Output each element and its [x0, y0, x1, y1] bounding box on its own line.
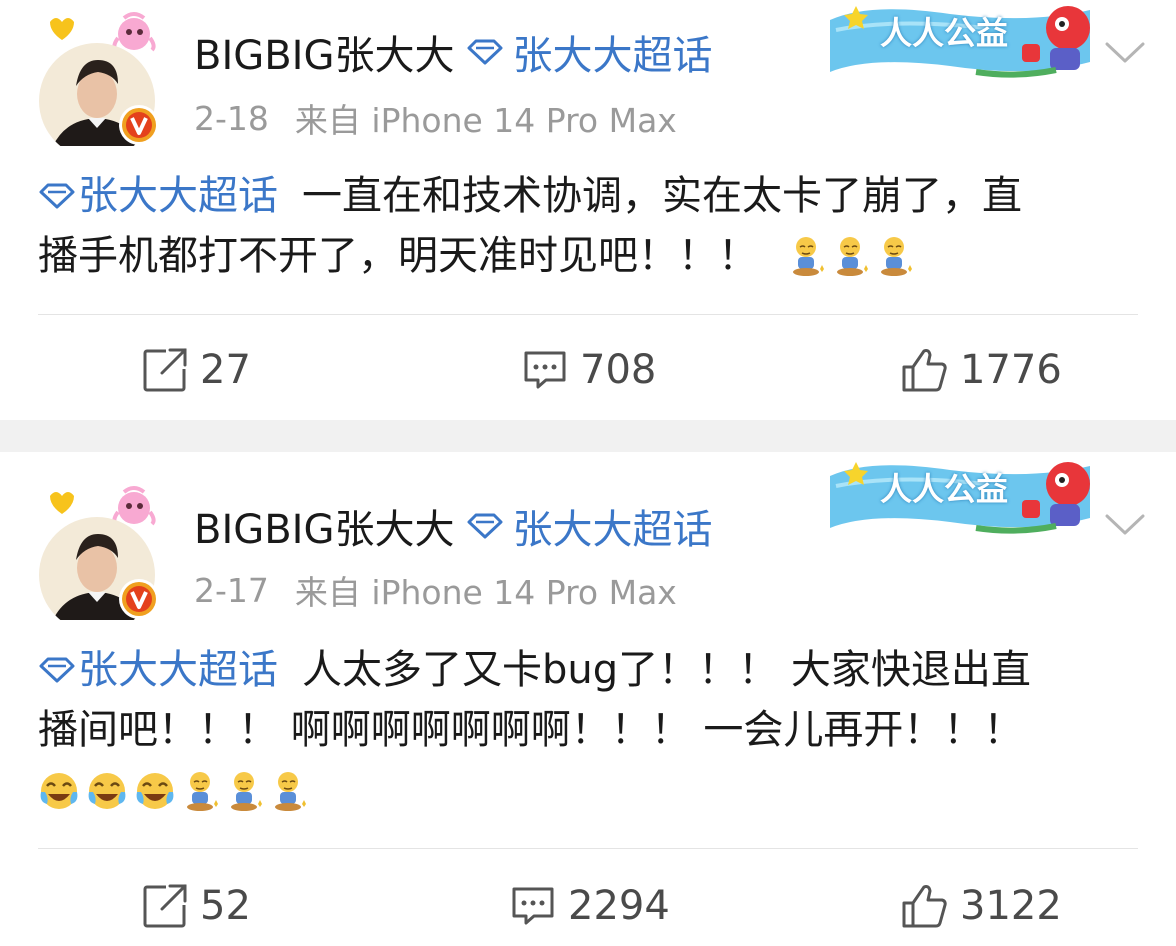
post-meta: 2-17 来自 iPhone 14 Pro Max — [194, 568, 677, 613]
comment-icon — [510, 885, 556, 927]
divider — [38, 314, 1138, 315]
post-meta: 2-18 来自 iPhone 14 Pro Max — [194, 96, 677, 141]
thumbs-up-icon — [900, 883, 948, 929]
repost-icon — [142, 883, 188, 929]
action-bar: 52 2294 3122 — [0, 876, 1176, 936]
supertopic-gem-icon — [466, 38, 504, 66]
post-source: 来自 iPhone 14 Pro Max — [294, 101, 677, 140]
like-button[interactable]: 1776 — [900, 340, 1062, 400]
kneel-emoji-icon — [832, 235, 870, 277]
like-button[interactable]: 3122 — [900, 876, 1062, 936]
laugh-cry-emoji-icon — [38, 770, 80, 812]
post-source: 来自 iPhone 14 Pro Max — [294, 573, 677, 612]
post-content: 张大大超话 一直在和技术协调，实在太卡了崩了，直 播手机都打不开了，明天准时见吧… — [38, 166, 1148, 286]
post-date: 2-17 — [194, 570, 269, 610]
post-separator — [0, 420, 1176, 452]
post-text: 人太多了又卡bug了！！！ 大家快退出直 — [302, 647, 1031, 693]
content-topic-link[interactable]: 张大大超话 — [38, 640, 278, 700]
chevron-down-icon[interactable] — [1104, 512, 1146, 538]
kneel-emoji-icon — [226, 770, 264, 812]
post-date: 2-18 — [194, 98, 269, 138]
laugh-cry-emoji-icon — [134, 770, 176, 812]
comment-button[interactable]: 2294 — [510, 876, 670, 936]
supertopic-gem-icon — [466, 512, 504, 540]
author-name[interactable]: BIGBIG张大大 — [194, 23, 454, 81]
post-text: 播间吧！！！ 啊啊啊啊啊啊啊！！！ 一会儿再开！！！ — [38, 707, 1024, 753]
comment-count: 708 — [580, 347, 657, 393]
supertopic-gem-icon — [38, 182, 76, 210]
supertopic-gem-icon — [38, 656, 76, 684]
like-count: 1776 — [960, 347, 1062, 393]
chevron-down-icon[interactable] — [1104, 40, 1146, 66]
topic-link-label: 张大大超话 — [512, 507, 713, 553]
post-text: 一直在和技术协调，实在太卡了崩了，直 — [302, 173, 1022, 219]
kneel-emoji-icon — [876, 235, 914, 277]
kneel-emoji-icon — [270, 770, 308, 812]
topic-link[interactable]: 张大大超话 — [466, 23, 712, 81]
content-topic-label: 张大大超话 — [78, 647, 278, 693]
verified-badge-icon — [118, 578, 160, 620]
repost-button[interactable]: 52 — [142, 876, 251, 936]
divider — [38, 848, 1138, 849]
content-topic-link[interactable]: 张大大超话 — [38, 166, 278, 226]
like-count: 3122 — [960, 883, 1062, 929]
emoji-row — [38, 764, 1148, 818]
comment-icon — [522, 349, 568, 391]
repost-button[interactable]: 27 — [142, 340, 251, 400]
repost-count: 52 — [200, 883, 251, 929]
author-name[interactable]: BIGBIG张大大 — [194, 497, 454, 555]
kneel-emoji-icon — [788, 235, 826, 277]
laugh-cry-emoji-icon — [86, 770, 128, 812]
post-text: 播手机都打不开了，明天准时见吧！！！ — [38, 233, 758, 279]
topic-link-label: 张大大超话 — [512, 33, 713, 79]
post-content: 张大大超话 人太多了又卡bug了！！！ 大家快退出直 播间吧！！！ 啊啊啊啊啊啊… — [38, 640, 1148, 818]
comment-button[interactable]: 708 — [522, 340, 656, 400]
charity-banner-text: 人人公益 — [880, 470, 1009, 508]
comment-count: 2294 — [568, 883, 670, 929]
verified-badge-icon — [118, 104, 160, 146]
topic-link[interactable]: 张大大超话 — [466, 497, 712, 555]
author-row: BIGBIG张大大 张大大超话 — [194, 498, 712, 554]
author-row: BIGBIG张大大 张大大超话 — [194, 24, 712, 80]
avatar[interactable] — [38, 8, 162, 128]
content-topic-label: 张大大超话 — [78, 173, 278, 219]
repost-count: 27 — [200, 347, 251, 393]
charity-banner-text: 人人公益 — [880, 14, 1009, 52]
avatar[interactable] — [38, 482, 162, 602]
thumbs-up-icon — [900, 347, 948, 393]
kneel-emoji-icon — [182, 770, 220, 812]
action-bar: 27 708 1776 — [0, 340, 1176, 400]
repost-icon — [142, 347, 188, 393]
